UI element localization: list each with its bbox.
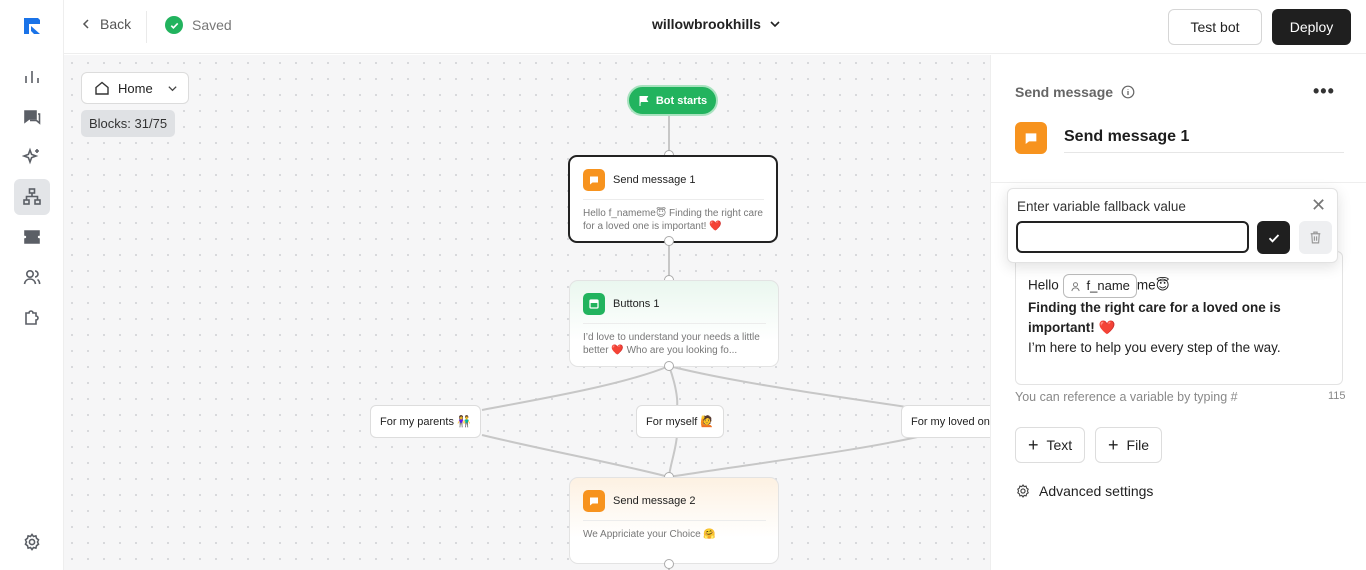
back-label: Back [100,16,132,32]
message-icon [583,169,605,191]
left-sidebar [0,0,64,570]
save-status: Saved [165,16,232,34]
chevron-left-icon [82,19,89,29]
choice-for-my-parents[interactable]: For my parents 👫 [370,405,481,438]
advanced-settings-toggle[interactable]: Advanced settings [1015,483,1153,499]
confirm-button[interactable] [1257,221,1290,254]
message-editor[interactable]: Hello f_name me😇 Finding the right care … [1015,251,1343,385]
node-preview: Hello f_nameme😇 Finding the right care f… [583,208,763,232]
bot-starts-label: Bot starts [655,94,708,107]
node-port[interactable] [664,236,674,246]
gear-icon [1017,484,1029,498]
message-text: Hello [1028,277,1059,293]
info-icon[interactable] [1121,85,1135,99]
deploy-button[interactable]: Deploy [1272,9,1351,45]
panel-header: Send message [1015,84,1135,100]
heart-emoji: ❤️ [1098,320,1116,335]
test-bot-button[interactable]: Test bot [1168,9,1262,45]
fallback-label: Enter variable fallback value [1017,199,1186,214]
node-title: Buttons 1 [613,298,660,310]
delete-button[interactable] [1299,221,1332,254]
variable-hint: You can reference a variable by typing # [1015,390,1238,404]
node-title: Send message 2 [613,495,696,507]
flag-icon [639,95,649,106]
message-icon [583,490,605,512]
contacts-icon[interactable] [14,259,50,295]
advanced-settings-label: Advanced settings [1039,483,1154,499]
app-logo-icon[interactable] [20,14,44,38]
user-icon [1070,281,1080,291]
buttons-1-node[interactable]: Buttons 1 I’d love to understand your ne… [569,280,779,367]
home-selector[interactable]: Home [81,72,189,104]
send-message-2-node[interactable]: Send message 2 We Appriciate your Choice… [569,477,779,564]
add-file-button[interactable]: + File [1095,427,1163,463]
save-status-label: Saved [192,17,232,33]
send-message-1-node[interactable]: Send message 1 Hello f_nameme😇 Finding t… [568,155,778,243]
plus-icon: + [1028,435,1039,455]
divider [991,182,1366,183]
check-circle-icon [165,16,183,34]
block-title-input[interactable]: Send message 1 [1064,128,1344,153]
flow-canvas[interactable]: Home Blocks: 31/75 Bot starts Send messa… [64,55,990,570]
fallback-value-input[interactable] [1016,221,1249,253]
node-preview: We Appriciate your Choice 🤗 [583,529,716,540]
message-text: I’m here to help you every step of the w… [1028,340,1281,355]
node-title: Send message 1 [613,174,696,186]
block-settings-panel: Send message ••• Send message 1 Hello f_… [990,55,1366,570]
check-icon [1268,233,1279,243]
add-file-label: File [1126,437,1150,453]
choice-for-my-loved-one[interactable]: For my loved one [901,405,990,438]
blocks-counter: Blocks: 31/75 [81,110,176,137]
conversations-icon[interactable] [14,99,50,135]
char-count: 115 [1328,390,1346,402]
variable-chip[interactable]: f_name [1062,274,1137,298]
chevron-down-icon [770,21,780,28]
node-preview: I’d love to understand your needs a litt… [583,332,760,356]
home-label: Home [118,80,153,96]
add-text-label: Text [1046,437,1073,453]
connection-lines [481,116,927,570]
top-bar: Back Saved willowbrookhills Test bot Dep… [64,0,1366,54]
divider [146,11,147,43]
integrations-icon[interactable] [14,299,50,335]
tickets-icon[interactable] [14,219,50,255]
buttons-block-icon [583,293,605,315]
more-options-icon[interactable]: ••• [1313,82,1335,100]
chevron-down-icon [168,85,177,91]
flow-builder-icon[interactable] [14,179,50,215]
bot-name: willowbrookhills [652,16,761,32]
home-icon [95,81,109,95]
message-bold-text: Finding the right care for a loved one i… [1028,300,1281,335]
back-button[interactable]: Back [80,16,131,32]
variable-fallback-popover: Enter variable fallback value ✕ [1007,188,1338,263]
message-text: me😇 [1136,277,1170,293]
panel-header-label: Send message [1015,84,1114,100]
ai-sparkle-icon[interactable] [14,139,50,175]
choice-for-myself[interactable]: For myself 🙋 [636,405,725,438]
plus-icon: + [1108,435,1119,455]
gear-icon[interactable] [14,524,50,560]
trash-icon [1310,231,1321,244]
node-port[interactable] [664,559,674,569]
message-icon [1015,122,1047,154]
bot-selector[interactable]: willowbrookhills [652,16,781,32]
add-text-button[interactable]: + Text [1015,427,1086,463]
analytics-icon[interactable] [14,59,50,95]
close-icon[interactable]: ✕ [1311,195,1326,216]
bot-starts-node[interactable]: Bot starts [627,85,718,116]
node-port[interactable] [664,361,674,371]
variable-name: f_name [1086,278,1130,293]
